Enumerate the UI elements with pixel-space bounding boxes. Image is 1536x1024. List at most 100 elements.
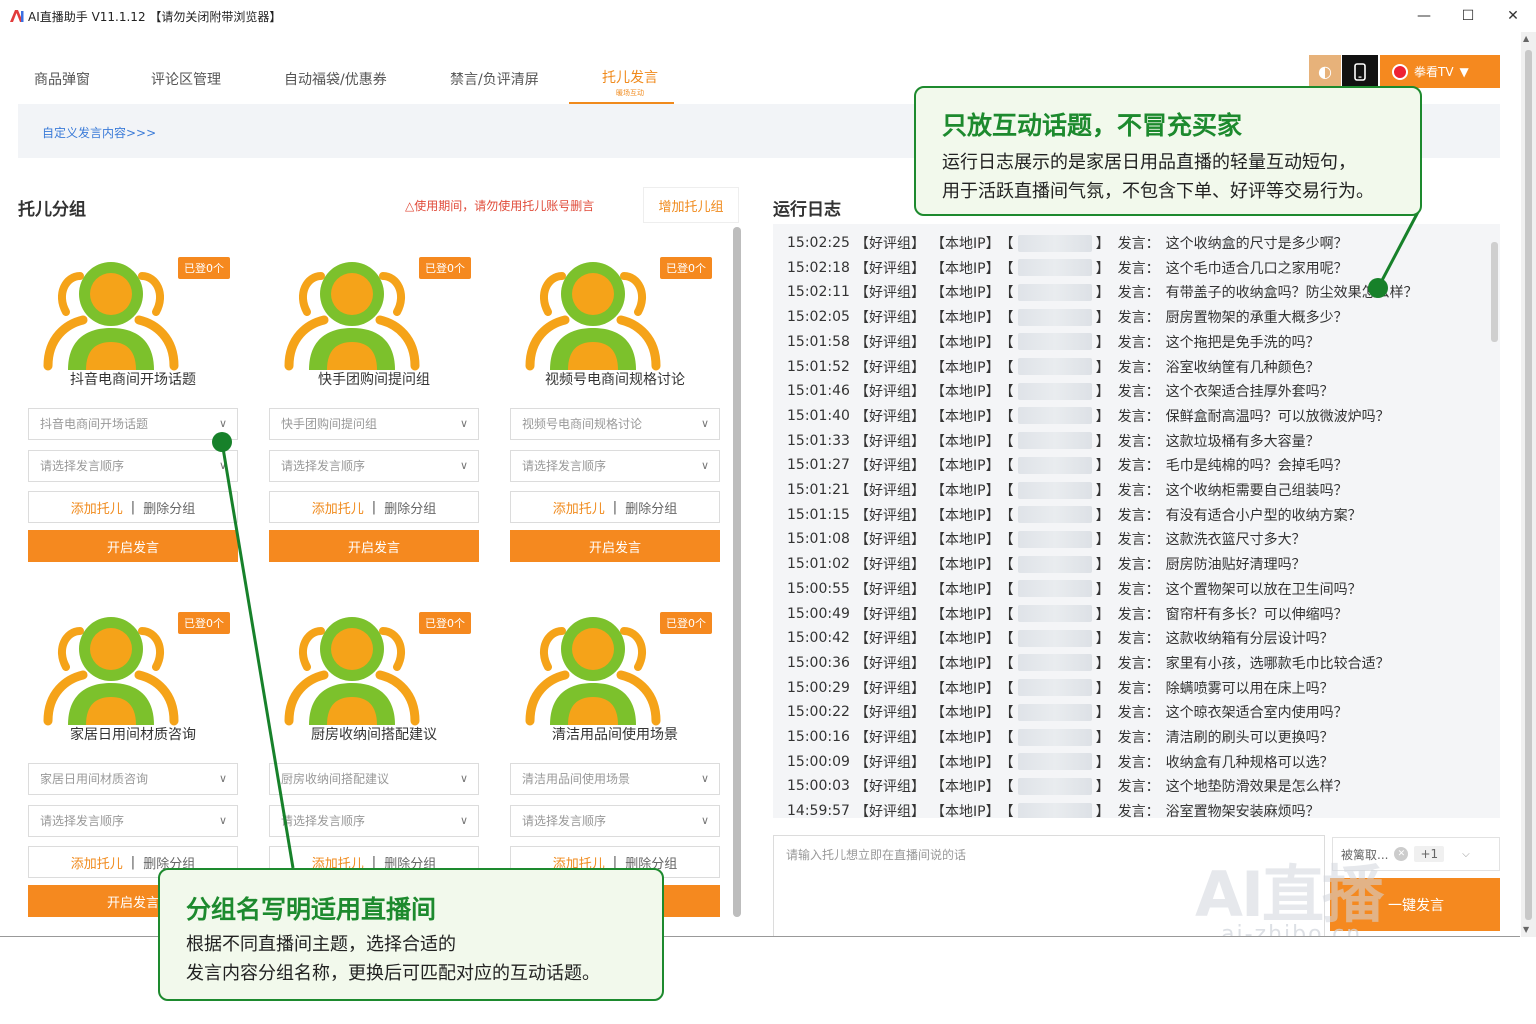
speech-order-select[interactable]: 请选择发言顺序 ∨ bbox=[510, 450, 720, 482]
log-time: 15:01:15 bbox=[787, 506, 850, 523]
select-value: 厨房收纳间搭配建议 bbox=[281, 772, 390, 786]
add-group-button[interactable]: 增加托儿组 bbox=[643, 187, 739, 223]
delete-group-button[interactable]: 删除分组 bbox=[625, 498, 677, 517]
log-bracket-left: 【 bbox=[999, 359, 1014, 376]
add-shill-button[interactable]: 添加托儿 bbox=[71, 498, 123, 517]
log-say-label: 发言： bbox=[1117, 310, 1160, 327]
start-speech-button[interactable]: 开启发言 bbox=[269, 530, 479, 562]
group-avatar-icon bbox=[525, 262, 661, 371]
log-bracket-right: 】 bbox=[1095, 408, 1110, 425]
close-button[interactable]: ✕ bbox=[1491, 4, 1535, 28]
log-say-label: 发言： bbox=[1117, 532, 1160, 549]
log-ip-tag: 【本地IP】 bbox=[931, 680, 1000, 697]
phone-mode-button[interactable] bbox=[1342, 55, 1378, 88]
tab-shill-speech[interactable]: 托儿发言 暖场互动 bbox=[602, 67, 658, 98]
callout-pin-bottom bbox=[212, 432, 232, 452]
log-say-label: 发言： bbox=[1117, 236, 1160, 252]
blurred-account bbox=[1017, 654, 1092, 672]
log-entry: 15:02:05 【好评组】 【本地IP】 【 】 发言： 厨房置物架的承重大概… bbox=[787, 305, 1348, 329]
group-scroll-thumb[interactable] bbox=[733, 227, 741, 917]
log-time: 15:01:58 bbox=[787, 333, 850, 350]
log-time: 15:01:21 bbox=[787, 482, 850, 498]
log-message: 这个收纳盒的尺寸是多少啊？ bbox=[1165, 236, 1348, 252]
tab-product-popup[interactable]: 商品弹窗 bbox=[34, 69, 90, 89]
start-speech-button[interactable]: 开启发言 bbox=[28, 530, 238, 562]
blurred-account bbox=[1017, 703, 1092, 721]
group-list-scrollbar[interactable] bbox=[733, 227, 741, 917]
log-group-tag: 【好评组】 bbox=[855, 631, 925, 648]
group-name: 厨房收纳间搭配建议 bbox=[311, 727, 437, 743]
log-entry: 15:00:49 【好评组】 【本地IP】 【 】 发言： 窗帘杆有多长？可以伸… bbox=[787, 602, 1348, 626]
speech-order-select[interactable]: 请选择发言顺序 ∨ bbox=[269, 450, 479, 482]
speech-order-select[interactable]: 请选择发言顺序 ∨ bbox=[510, 805, 720, 837]
scroll-down-icon[interactable]: ▼ bbox=[1523, 925, 1529, 934]
log-scrollbar[interactable] bbox=[1491, 242, 1498, 342]
custom-speech-link[interactable]: 自定义发言内容>>> bbox=[42, 124, 156, 141]
maximize-button[interactable]: ☐ bbox=[1446, 4, 1490, 28]
blurred-account bbox=[1017, 679, 1092, 697]
account-name: 拳看TV bbox=[1414, 65, 1454, 79]
log-entry: 15:01:27 【好评组】 【本地IP】 【 】 发言： 毛巾是纯棉的吗？会掉… bbox=[787, 453, 1348, 477]
logged-in-badge: 已登0个 bbox=[660, 612, 712, 634]
window-scrollbar[interactable]: ▲ ▼ bbox=[1521, 32, 1536, 937]
scroll-thumb[interactable] bbox=[1525, 50, 1532, 920]
tab-comment-manage[interactable]: 评论区管理 bbox=[151, 69, 221, 89]
add-shill-button[interactable]: 添加托儿 bbox=[71, 853, 123, 872]
picker-more-count: +1 bbox=[1414, 846, 1445, 862]
speech-order-select[interactable]: 请选择发言顺序 ∨ bbox=[28, 805, 238, 837]
speech-order-select[interactable]: 请选择发言顺序 ∨ bbox=[28, 450, 238, 482]
window-title: AI直播助手 V11.1.12 【请勿关闭附带浏览器】 bbox=[28, 10, 282, 24]
chevron-down-icon: ∨ bbox=[218, 814, 227, 827]
clear-icon[interactable]: ✕ bbox=[1394, 847, 1409, 861]
log-say-label: 发言： bbox=[1117, 606, 1160, 623]
log-ip-tag: 【本地IP】 bbox=[931, 705, 1000, 722]
log-ip-tag: 【本地IP】 bbox=[931, 359, 1000, 376]
speech-order-select[interactable]: 请选择发言顺序 ∨ bbox=[269, 805, 479, 837]
group-card: 已登0个 快手团购间提问组 快手团购间提问组 ∨ 请选择发言顺序 ∨ 添加托儿 | … bbox=[269, 254, 479, 584]
log-time: 15:01:08 bbox=[787, 531, 850, 548]
blurred-account bbox=[1017, 407, 1092, 425]
log-time: 15:00:09 bbox=[787, 753, 850, 770]
chevron-down-icon: ∨ bbox=[218, 772, 227, 785]
log-bracket-left: 【 bbox=[999, 310, 1014, 327]
shill-picker[interactable]: 被篱取... ✕ +1 ⌵ bbox=[1332, 837, 1500, 871]
delete-group-button[interactable]: 删除分组 bbox=[143, 498, 195, 517]
one-click-send-button[interactable]: 一键发言 bbox=[1330, 878, 1500, 931]
delete-group-button[interactable]: 删除分组 bbox=[384, 498, 436, 517]
log-bracket-right: 】 bbox=[1095, 680, 1110, 697]
log-bracket-right: 】 bbox=[1095, 754, 1110, 771]
content-group-select[interactable]: 清洁用品间使用场景 ∨ bbox=[510, 763, 720, 795]
log-bracket-left: 【 bbox=[999, 779, 1014, 796]
log-message: 厨房防油贴好清理吗？ bbox=[1165, 557, 1306, 574]
content-group-select[interactable]: 抖音电商间开场话题 ∨ bbox=[28, 408, 238, 440]
log-ip-tag: 【本地IP】 bbox=[931, 804, 1000, 818]
logged-in-badge: 已登0个 bbox=[178, 612, 230, 634]
scroll-up-icon[interactable]: ▲ bbox=[1523, 34, 1529, 43]
content-group-select[interactable]: 厨房收纳间搭配建议 ∨ bbox=[269, 763, 479, 795]
log-ip-tag: 【本地IP】 bbox=[931, 334, 1000, 351]
chevron-down-icon[interactable]: ⌵ bbox=[1462, 849, 1470, 860]
chevron-down-icon: ∨ bbox=[459, 814, 468, 827]
input-placeholder: 请输入托儿想立即在直播间说的话 bbox=[786, 848, 967, 862]
group-avatar-icon bbox=[284, 262, 420, 371]
minimize-button[interactable]: — bbox=[1402, 4, 1446, 28]
blurred-account bbox=[1017, 333, 1092, 351]
log-time: 15:00:42 bbox=[787, 630, 850, 647]
add-shill-button[interactable]: 添加托儿 bbox=[553, 498, 605, 517]
log-message: 保鲜盒耐高温吗？可以放微波炉吗？ bbox=[1165, 408, 1390, 425]
content-group-select[interactable]: 家居日用间材质咨询 ∨ bbox=[28, 763, 238, 795]
chevron-down-icon: ∨ bbox=[218, 459, 227, 472]
log-message: 这个毛巾适合几口之家用呢？ bbox=[1165, 260, 1348, 277]
tab-mute-clean[interactable]: 禁言/负评清屏 bbox=[450, 69, 539, 89]
tab-auto-lucky-bag[interactable]: 自动福袋/优惠券 bbox=[284, 69, 387, 89]
add-shill-button[interactable]: 添加托儿 bbox=[312, 498, 364, 517]
theme-toggle-button[interactable]: ◐ bbox=[1309, 55, 1341, 88]
log-say-label: 发言： bbox=[1117, 581, 1160, 598]
account-dropdown[interactable]: 拳看TV ▼ bbox=[1380, 55, 1500, 88]
log-ip-tag: 【本地IP】 bbox=[931, 236, 1000, 252]
log-message: 这个衣架适合挂厚外套吗？ bbox=[1165, 384, 1334, 401]
content-group-select[interactable]: 快手团购间提问组 ∨ bbox=[269, 408, 479, 440]
content-group-select[interactable]: 视频号电商间规格讨论 ∨ bbox=[510, 408, 720, 440]
speech-input[interactable]: 请输入托儿想立即在直播间说的话 ◢ bbox=[773, 835, 1325, 936]
start-speech-button[interactable]: 开启发言 bbox=[510, 530, 720, 562]
